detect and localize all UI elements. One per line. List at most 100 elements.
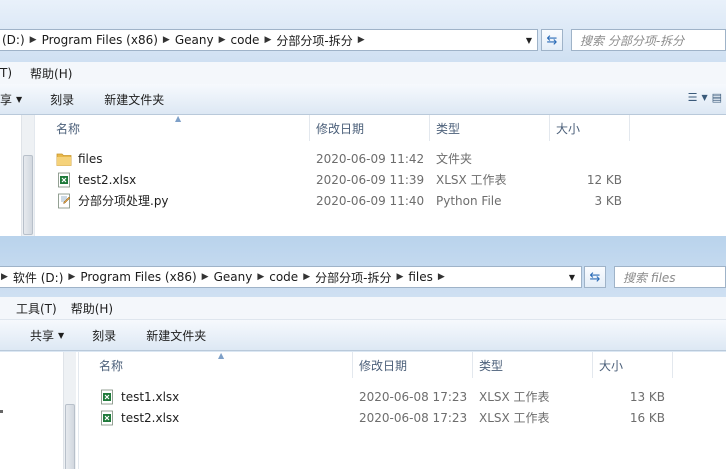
- file-row[interactable]: test2.xlsx 2020-06-09 11:39 XLSX 工作表 12 …: [50, 169, 650, 190]
- column-header-name[interactable]: ▲ 名称: [50, 114, 310, 141]
- file-name: 分部分项处理.py: [78, 194, 169, 208]
- chevron-right-icon[interactable]: ▶: [28, 35, 39, 45]
- refresh-button[interactable]: ⇆: [541, 29, 563, 51]
- file-name: files: [78, 151, 103, 166]
- python-file-icon: [58, 193, 71, 208]
- address-history-dropdown[interactable]: ▼: [522, 30, 536, 50]
- chevron-right-icon[interactable]: ▶: [394, 272, 405, 282]
- crumb[interactable]: 分部分项-拆分: [312, 269, 394, 286]
- address-history-dropdown[interactable]: ▼: [565, 267, 579, 287]
- address-bar[interactable]: ▶ 软件 (D:) ▶ Program Files (x86) ▶ Geany …: [0, 266, 582, 288]
- chevron-right-icon[interactable]: ▶: [66, 272, 77, 282]
- file-row[interactable]: 分部分项处理.py 2020-06-09 11:40 Python File 3…: [50, 190, 650, 211]
- search-placeholder: 搜索 分部分项-拆分: [580, 33, 685, 48]
- chevron-right-icon[interactable]: ▶: [436, 272, 447, 282]
- details-view-icon: ▤: [711, 91, 722, 104]
- file-date: 2020-06-09 11:42: [316, 151, 425, 166]
- nav-tree-mark: [0, 410, 3, 413]
- menu-tools[interactable]: T): [0, 66, 16, 80]
- new-folder-button[interactable]: 新建文件夹: [104, 91, 164, 108]
- burn-button[interactable]: 刻录: [50, 91, 74, 108]
- scrollbar-thumb[interactable]: [65, 404, 75, 469]
- new-folder-button[interactable]: 新建文件夹: [146, 327, 206, 344]
- sort-ascending-icon: ▲: [218, 351, 225, 360]
- file-date: 2020-06-08 17:23: [359, 389, 468, 404]
- chevron-right-icon[interactable]: ▶: [262, 35, 273, 45]
- share-label: 共享: [30, 328, 55, 343]
- file-size: 16 KB: [629, 410, 665, 425]
- column-label: 类型: [436, 121, 461, 136]
- explorer-window-2: ▶ 软件 (D:) ▶ Program Files (x86) ▶ Geany …: [0, 236, 726, 469]
- scrollbar-thumb[interactable]: [23, 155, 33, 235]
- view-options-button[interactable]: ☰ ▼ ▤: [688, 91, 722, 104]
- navigation-pane[interactable]: [0, 115, 35, 236]
- column-header-type[interactable]: 类型: [473, 352, 593, 378]
- crumb[interactable]: Program Files (x86): [39, 33, 161, 47]
- column-label: 名称: [99, 358, 124, 373]
- file-type: XLSX 工作表: [479, 411, 550, 425]
- search-input[interactable]: 搜索 files: [614, 266, 726, 288]
- xlsx-file-icon: [58, 172, 70, 187]
- crumb[interactable]: 分部分项-拆分: [273, 32, 355, 49]
- menu-help[interactable]: 帮助(H): [67, 300, 117, 317]
- search-input[interactable]: 搜索 分部分项-拆分: [571, 29, 726, 51]
- column-header-size[interactable]: 大小: [593, 352, 673, 378]
- chevron-right-icon[interactable]: ▶: [301, 272, 312, 282]
- crumb[interactable]: Program Files (x86): [77, 270, 199, 284]
- burn-label: 刻录: [92, 328, 117, 343]
- share-button[interactable]: 享 ▼: [0, 91, 22, 108]
- nav-scrollbar[interactable]: [63, 352, 76, 469]
- crumb[interactable]: files: [405, 270, 436, 284]
- content-area: ▲ 名称 修改日期 类型 大小 files 2020-06-09 11:42 文…: [0, 114, 726, 236]
- column-header-size[interactable]: 大小: [550, 115, 630, 141]
- crumb[interactable]: Geany: [211, 270, 256, 284]
- column-label: 名称: [56, 121, 81, 136]
- file-name-cell[interactable]: files: [56, 151, 103, 167]
- file-name: test2.xlsx: [121, 410, 180, 425]
- menu-bar: T) 帮助(H): [0, 62, 726, 85]
- navigation-pane[interactable]: [0, 352, 79, 469]
- column-header-type[interactable]: 类型: [430, 115, 550, 141]
- burn-button[interactable]: 刻录: [92, 327, 116, 344]
- chevron-down-icon: ▼: [701, 93, 708, 102]
- crumb[interactable]: code: [228, 33, 263, 47]
- file-type: 文件夹: [436, 152, 473, 166]
- share-button[interactable]: 共享 ▼: [30, 327, 64, 344]
- refresh-button[interactable]: ⇆: [584, 266, 606, 288]
- nav-scrollbar[interactable]: [21, 115, 34, 236]
- crumb[interactable]: code: [266, 270, 301, 284]
- address-bar[interactable]: (D:) ▶ Program Files (x86) ▶ Geany ▶ cod…: [0, 29, 538, 51]
- chevron-right-icon[interactable]: ▶: [356, 35, 367, 45]
- file-size: 3 KB: [594, 193, 622, 208]
- menu-bar: 工具(T) 帮助(H): [0, 297, 726, 320]
- crumb[interactable]: Geany: [172, 33, 217, 47]
- refresh-icon: ⇆: [546, 32, 558, 48]
- file-row[interactable]: test2.xlsx 2020-06-08 17:23 XLSX 工作表 16 …: [93, 407, 693, 428]
- menu-help[interactable]: 帮助(H): [26, 65, 76, 82]
- file-name-cell[interactable]: test1.xlsx: [99, 389, 179, 405]
- chevron-right-icon[interactable]: ▶: [200, 272, 211, 282]
- file-name-cell[interactable]: test2.xlsx: [99, 410, 179, 426]
- file-name-cell[interactable]: test2.xlsx: [56, 172, 136, 188]
- chevron-right-icon[interactable]: ▶: [161, 35, 172, 45]
- crumb[interactable]: (D:): [0, 33, 28, 47]
- file-row[interactable]: test1.xlsx 2020-06-08 17:23 XLSX 工作表 13 …: [93, 386, 693, 407]
- chevron-right-icon[interactable]: ▶: [217, 35, 228, 45]
- new-folder-label: 新建文件夹: [104, 92, 165, 107]
- chevron-right-icon[interactable]: ▶: [0, 272, 10, 282]
- file-type: XLSX 工作表: [479, 390, 550, 404]
- file-type: Python File: [436, 193, 502, 208]
- column-header-date[interactable]: 修改日期: [353, 352, 473, 378]
- column-label: 类型: [479, 358, 504, 373]
- column-header-date[interactable]: 修改日期: [310, 115, 430, 141]
- chevron-right-icon[interactable]: ▶: [255, 272, 266, 282]
- file-type: XLSX 工作表: [436, 173, 507, 187]
- sort-ascending-icon: ▲: [175, 114, 182, 123]
- menu-tools[interactable]: 工具(T): [12, 300, 61, 317]
- file-row[interactable]: files 2020-06-09 11:42 文件夹: [50, 148, 650, 169]
- view-list-icon: ☰: [687, 91, 698, 104]
- crumb[interactable]: 软件 (D:): [10, 269, 66, 286]
- column-label: 修改日期: [359, 358, 408, 373]
- file-name-cell[interactable]: 分部分项处理.py: [56, 192, 169, 209]
- column-header-name[interactable]: ▲ 名称: [93, 351, 353, 378]
